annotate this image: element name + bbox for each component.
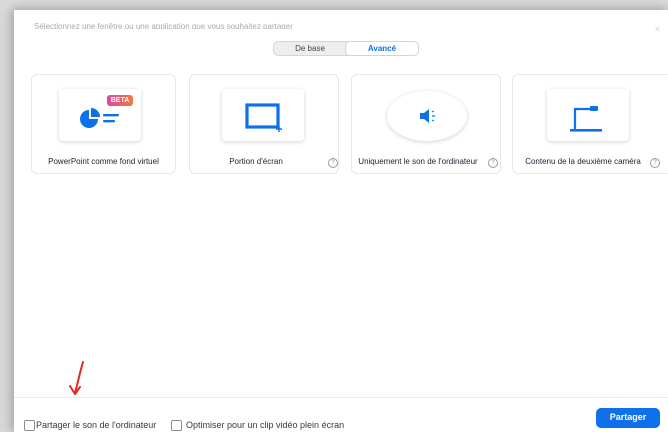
annotation-arrow xyxy=(69,361,84,395)
card-powerpoint-background[interactable]: BETA PowerPoint comme fond virtuel xyxy=(31,74,176,174)
card-computer-sound-only[interactable]: Uniquement le son de l'ordinateur ? xyxy=(351,74,501,174)
optimize-video-checkbox[interactable] xyxy=(171,420,182,431)
card-label: Contenu de la deuxième caméra xyxy=(525,157,641,166)
share-button[interactable]: Partager xyxy=(596,408,660,428)
help-icon[interactable]: ? xyxy=(650,158,660,168)
optimize-video-label: Optimiser pour un clip vidéo plein écran xyxy=(186,420,345,430)
card-second-camera[interactable]: Contenu de la deuxième caméra ? xyxy=(512,74,668,174)
tab-basic[interactable]: De base xyxy=(274,42,346,55)
share-screen-dialog: Sélectionnez une fenêtre ou une applicat… xyxy=(14,10,668,432)
dialog-footer: Partager le son de l'ordinateur Optimise… xyxy=(14,397,668,432)
powerpoint-background-icon xyxy=(80,108,119,128)
card-label: Portion d'écran xyxy=(229,157,283,166)
card-thumbnail xyxy=(547,89,629,141)
document-camera-icon xyxy=(570,106,602,132)
share-sound-checkbox[interactable] xyxy=(24,420,35,431)
card-screen-portion[interactable]: Portion d'écran ? xyxy=(189,74,339,174)
share-mode-tabs: De base Avancé xyxy=(273,41,419,56)
close-icon[interactable]: × xyxy=(655,24,660,34)
card-thumbnail xyxy=(222,89,304,141)
speaker-icon xyxy=(407,96,447,136)
share-sound-label: Partager le son de l'ordinateur xyxy=(36,420,157,430)
screen-portion-icon xyxy=(245,103,282,132)
help-icon[interactable]: ? xyxy=(488,158,498,168)
card-thumbnail xyxy=(387,91,467,141)
card-label: PowerPoint comme fond virtuel xyxy=(48,157,159,166)
help-icon[interactable]: ? xyxy=(328,158,338,168)
tab-advanced[interactable]: Avancé xyxy=(346,42,418,55)
instruction-text: Sélectionnez une fenêtre ou une applicat… xyxy=(34,23,293,29)
card-thumbnail: BETA xyxy=(59,89,141,141)
card-label: Uniquement le son de l'ordinateur xyxy=(358,157,478,166)
